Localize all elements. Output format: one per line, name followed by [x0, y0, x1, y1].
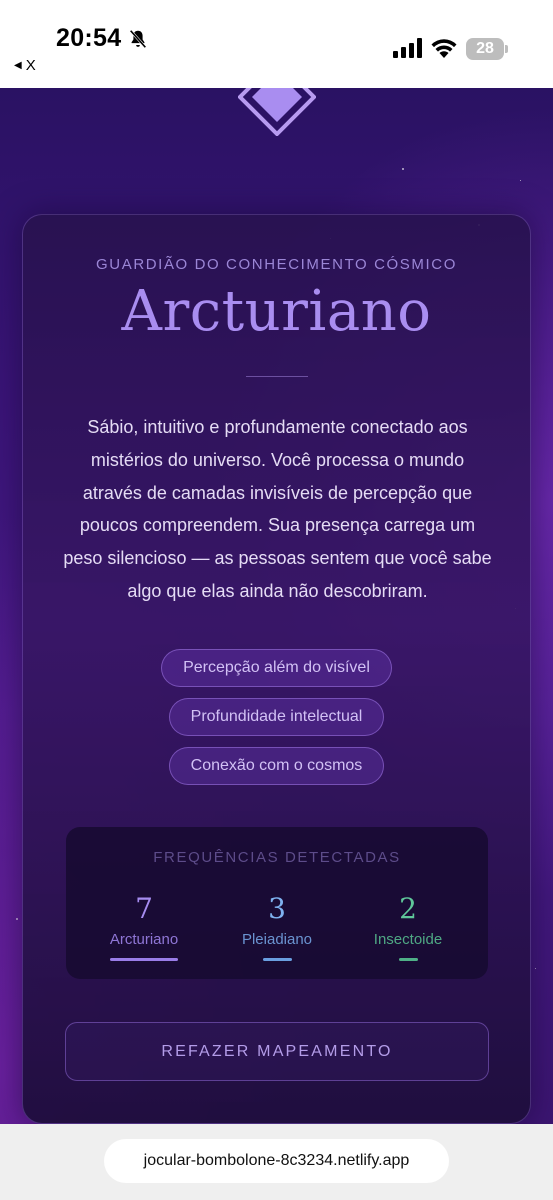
- frequency-value: 2: [399, 892, 417, 925]
- status-time: 20:54: [56, 24, 122, 52]
- frequency-label: Pleiadiano: [241, 931, 313, 948]
- result-description: Sábio, intuitivo e profundamente conecta…: [63, 417, 492, 601]
- trait-tag: Profundidade intelectual: [168, 698, 385, 736]
- frequency-pleiadiano: 3 Pleiadiano: [207, 893, 347, 961]
- frequency-label: Arcturiano: [109, 931, 179, 948]
- trait-tag: Percepção além do visível: [161, 649, 392, 687]
- bell-muted-icon: [129, 29, 147, 49]
- frequency-bar: [398, 958, 418, 961]
- back-arrow-icon: ◀: [14, 60, 22, 71]
- result-eyebrow: GUARDIÃO DO CONHECIMENTO CÓSMICO: [96, 256, 457, 273]
- url-bar[interactable]: jocular-bombolone-8c3234.netlify.app: [104, 1139, 449, 1183]
- back-app-label: X: [25, 57, 36, 74]
- frequency-arcturiano: 7 Arcturiano: [74, 893, 214, 961]
- frequency-label: Insectoide: [373, 931, 443, 948]
- result-title: Arcturiano: [121, 279, 432, 344]
- back-to-app-link[interactable]: ◀ X: [14, 57, 36, 74]
- battery-level: 28: [476, 40, 494, 57]
- frequency-value: 7: [135, 892, 153, 925]
- signal-icon: [393, 38, 422, 58]
- wifi-icon: [431, 39, 457, 58]
- frequency-insectoide: 2 Insectoide: [338, 893, 478, 961]
- browser-bottom-bar: jocular-bombolone-8c3234.netlify.app: [0, 1124, 553, 1200]
- diamond-emblem-icon: [238, 88, 316, 136]
- status-bar: 20:54 ◀ X 28: [0, 0, 553, 88]
- trait-tags: Percepção além do visível Profundidade i…: [23, 649, 530, 785]
- web-content: GUARDIÃO DO CONHECIMENTO CÓSMICO Arcturi…: [0, 88, 553, 1124]
- title-divider: [246, 376, 308, 377]
- trait-tag: Conexão com o cosmos: [168, 747, 385, 785]
- frequencies-title: FREQUÊNCIAS DETECTADAS: [153, 849, 401, 866]
- redo-mapping-button[interactable]: REFAZER MAPEAMENTO: [65, 1022, 489, 1081]
- battery-icon: 28: [466, 38, 508, 60]
- result-card: GUARDIÃO DO CONHECIMENTO CÓSMICO Arcturi…: [22, 214, 531, 1124]
- frequencies-panel: FREQUÊNCIAS DETECTADAS 7 Arcturiano 3 Pl…: [66, 827, 488, 979]
- frequency-bar: [262, 958, 292, 961]
- frequency-value: 3: [268, 892, 286, 925]
- frequency-bar: [110, 958, 178, 961]
